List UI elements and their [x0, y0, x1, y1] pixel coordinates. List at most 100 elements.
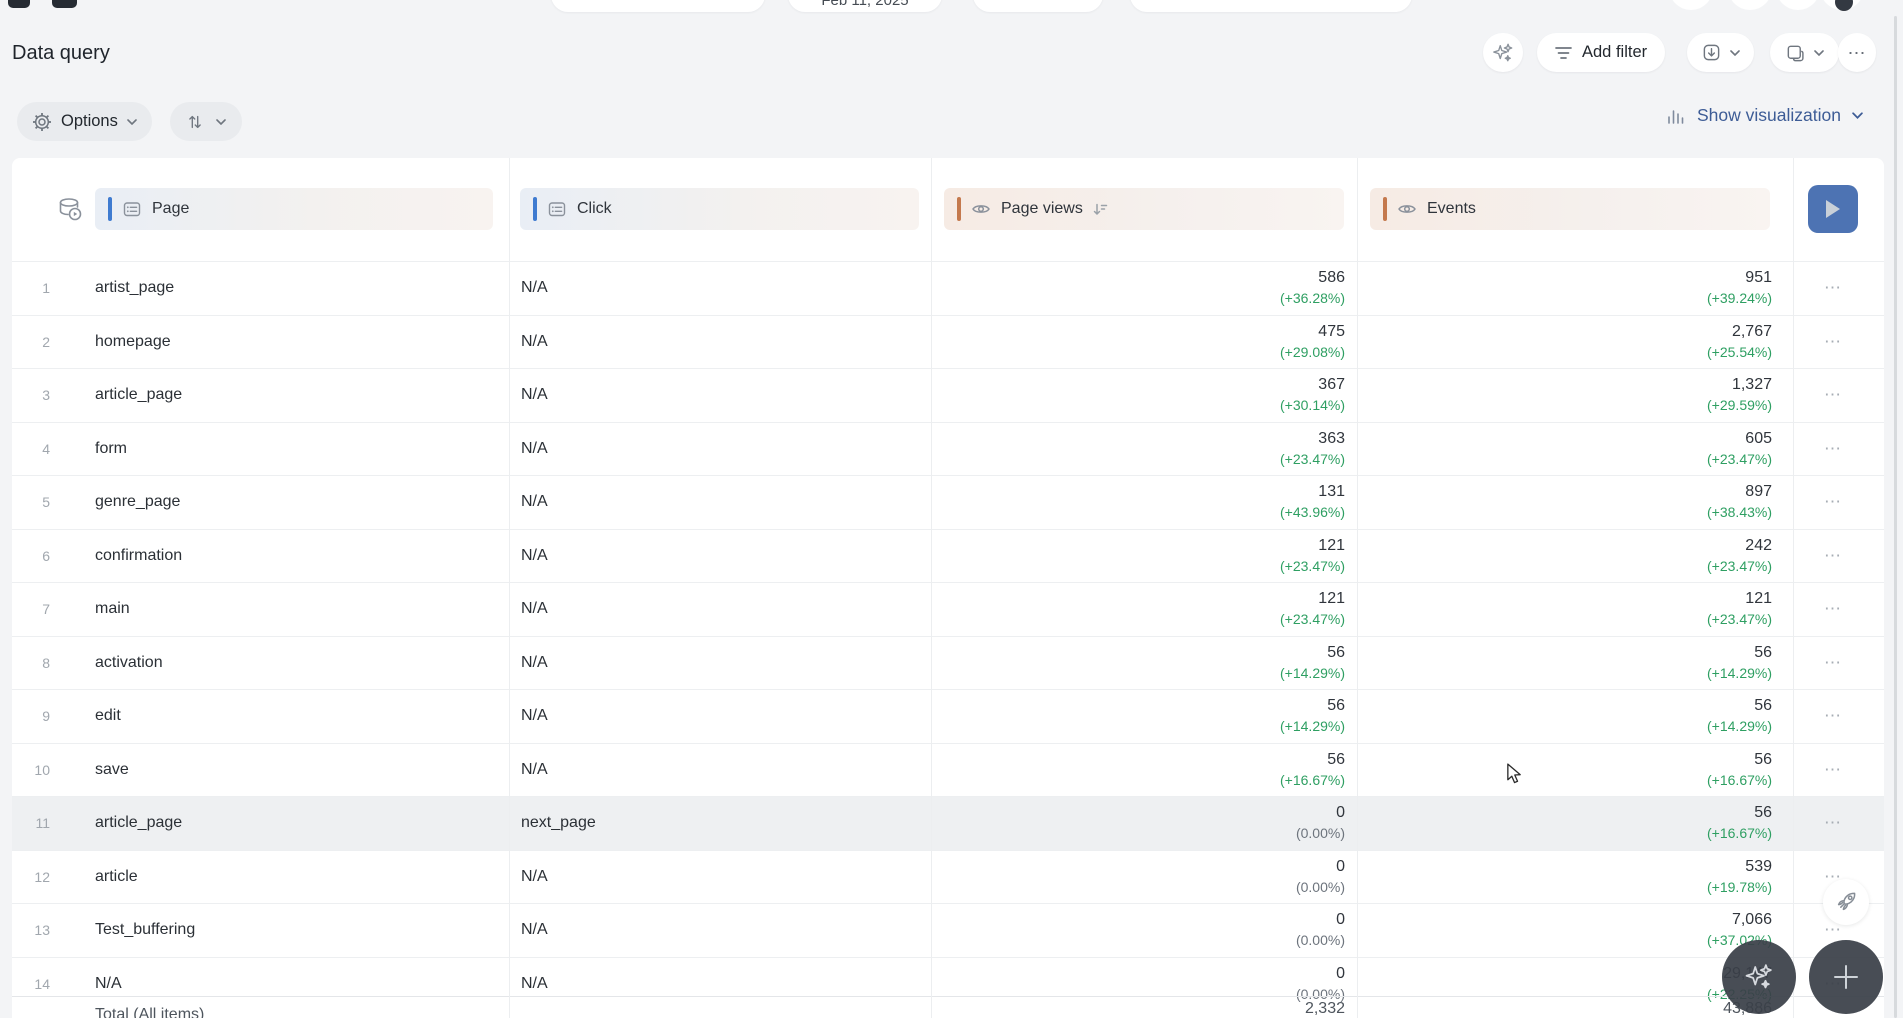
- vertical-scrollbar[interactable]: [1894, 16, 1897, 1018]
- events-value: 539: [1745, 857, 1772, 875]
- row-index: 1: [42, 280, 50, 297]
- click-cell: N/A: [521, 386, 548, 404]
- events-change: (+19.78%): [1707, 878, 1772, 895]
- page-views-value: 56: [1327, 643, 1345, 661]
- row-more-button[interactable]: ⋯: [1811, 760, 1855, 780]
- column-header-click[interactable]: Click: [520, 188, 919, 230]
- table-row: 12 article N/A 0 (0.00%) 539 (+19.78%) ⋯: [12, 849, 1884, 904]
- column-label: Events: [1427, 200, 1476, 217]
- date-range-button[interactable]: Feb 11, 2025: [788, 0, 942, 12]
- events-cell: 1,327 (+29.59%): [1707, 375, 1772, 415]
- eye-icon: [971, 199, 991, 219]
- top-toolbar-control[interactable]: [973, 0, 1103, 12]
- export-button[interactable]: [1687, 33, 1754, 72]
- column-divider: [509, 158, 510, 1018]
- total-label: Total (All items): [95, 1006, 205, 1018]
- ai-fab-button[interactable]: [1722, 940, 1796, 1014]
- events-value: 951: [1745, 269, 1772, 286]
- table-row: 3 article_page N/A 367 (+30.14%) 1,327 (…: [12, 368, 1884, 422]
- page-views-value: 367: [1318, 376, 1345, 393]
- row-more-button[interactable]: ⋯: [1811, 332, 1855, 352]
- launch-button[interactable]: [1823, 879, 1869, 925]
- table-row: 8 activation N/A 56 (+14.29%) 56 (+14.29…: [12, 635, 1884, 690]
- column-divider: [1357, 158, 1358, 1018]
- add-filter-label: Add filter: [1582, 43, 1648, 61]
- row-more-button[interactable]: ⋯: [1811, 813, 1855, 833]
- page-cell: save: [95, 760, 129, 778]
- app-logo[interactable]: [8, 0, 30, 8]
- row-more-button[interactable]: ⋯: [1811, 492, 1855, 512]
- column-label: Click: [577, 200, 612, 217]
- events-change: (+14.29%): [1707, 718, 1772, 734]
- duplicate-button[interactable]: [1770, 33, 1839, 72]
- table-row: 13 Test_buffering N/A 0 (0.00%) 7,066 (+…: [12, 903, 1884, 957]
- click-cell: N/A: [521, 332, 548, 350]
- column-accent: [957, 197, 961, 221]
- top-toolbar-button[interactable]: [1728, 0, 1772, 10]
- events-value: 121: [1745, 590, 1772, 607]
- page-views-cell: 363 (+23.47%): [1280, 429, 1345, 469]
- page-views-value: 131: [1318, 483, 1345, 500]
- copy-icon: [1785, 43, 1805, 63]
- events-value: 242: [1745, 536, 1772, 554]
- add-filter-button[interactable]: Add filter: [1537, 33, 1666, 72]
- row-index: 3: [42, 387, 50, 404]
- add-fab-button[interactable]: [1809, 940, 1883, 1014]
- page-views-cell: 0 (0.00%): [1296, 910, 1345, 950]
- events-change: (+38.43%): [1707, 504, 1772, 520]
- page-views-change: (+16.67%): [1280, 771, 1345, 788]
- chevron-down-icon: [127, 118, 137, 125]
- column-header-page-views[interactable]: Page views: [944, 188, 1344, 230]
- page-views-value: 0: [1336, 804, 1345, 821]
- more-actions-button[interactable]: ⋯: [1838, 33, 1876, 72]
- sort-button[interactable]: [170, 102, 242, 141]
- ai-assistant-button[interactable]: [1483, 33, 1523, 72]
- row-index: 11: [35, 815, 50, 832]
- app-logo[interactable]: [52, 0, 77, 8]
- page-views-cell: 0 (0.00%): [1296, 857, 1345, 897]
- row-more-button[interactable]: ⋯: [1811, 653, 1855, 673]
- gear-icon: [32, 112, 52, 132]
- date-range-label: Feb 11, 2025: [821, 0, 909, 9]
- click-cell: next_page: [521, 814, 596, 832]
- top-toolbar-control[interactable]: [1130, 0, 1412, 12]
- table-row: 9 edit N/A 56 (+14.29%) 56 (+14.29%) ⋯: [12, 689, 1884, 743]
- top-toolbar-button[interactable]: [1776, 0, 1820, 10]
- row-more-button[interactable]: ⋯: [1811, 439, 1855, 459]
- page-cell: homepage: [95, 332, 171, 350]
- column-header-page[interactable]: Page: [95, 188, 493, 230]
- table-row: 7 main N/A 121 (+23.47%) 121 (+23.47%) ⋯: [12, 582, 1884, 636]
- download-icon: [1702, 43, 1721, 62]
- page-cell: N/A: [95, 974, 122, 992]
- click-cell: N/A: [521, 439, 548, 457]
- row-more-button[interactable]: ⋯: [1811, 599, 1855, 619]
- page-cell: main: [95, 600, 130, 618]
- run-query-button[interactable]: [1808, 185, 1858, 233]
- row-index: 10: [34, 761, 50, 778]
- row-more-button[interactable]: ⋯: [1811, 546, 1855, 566]
- row-index: 8: [42, 654, 50, 671]
- show-visualization-button[interactable]: Show visualization: [1666, 105, 1863, 126]
- column-header-events[interactable]: Events: [1370, 188, 1770, 230]
- click-cell: N/A: [521, 546, 548, 564]
- top-toolbar-control[interactable]: [551, 0, 765, 12]
- page-views-cell: 131 (+43.96%): [1280, 482, 1345, 522]
- row-more-button[interactable]: ⋯: [1811, 385, 1855, 405]
- list-icon: [547, 199, 567, 219]
- options-button[interactable]: Options: [17, 102, 152, 141]
- events-value: 56: [1754, 697, 1772, 714]
- click-cell: N/A: [521, 279, 548, 297]
- data-source-icon[interactable]: [56, 196, 84, 224]
- page-cell: edit: [95, 707, 121, 725]
- sparkles-icon: [1492, 42, 1514, 64]
- events-cell: 121 (+23.47%): [1707, 589, 1772, 629]
- events-cell: 897 (+38.43%): [1707, 482, 1772, 522]
- chevron-down-icon: [1729, 49, 1740, 56]
- events-cell: 951 (+39.24%): [1707, 268, 1772, 308]
- sparkles-icon: [1744, 962, 1774, 992]
- top-toolbar-button[interactable]: [1669, 0, 1713, 10]
- page-views-value: 56: [1327, 697, 1345, 714]
- column-accent: [533, 197, 537, 221]
- row-more-button[interactable]: ⋯: [1811, 706, 1855, 726]
- row-more-button[interactable]: ⋯: [1811, 278, 1855, 298]
